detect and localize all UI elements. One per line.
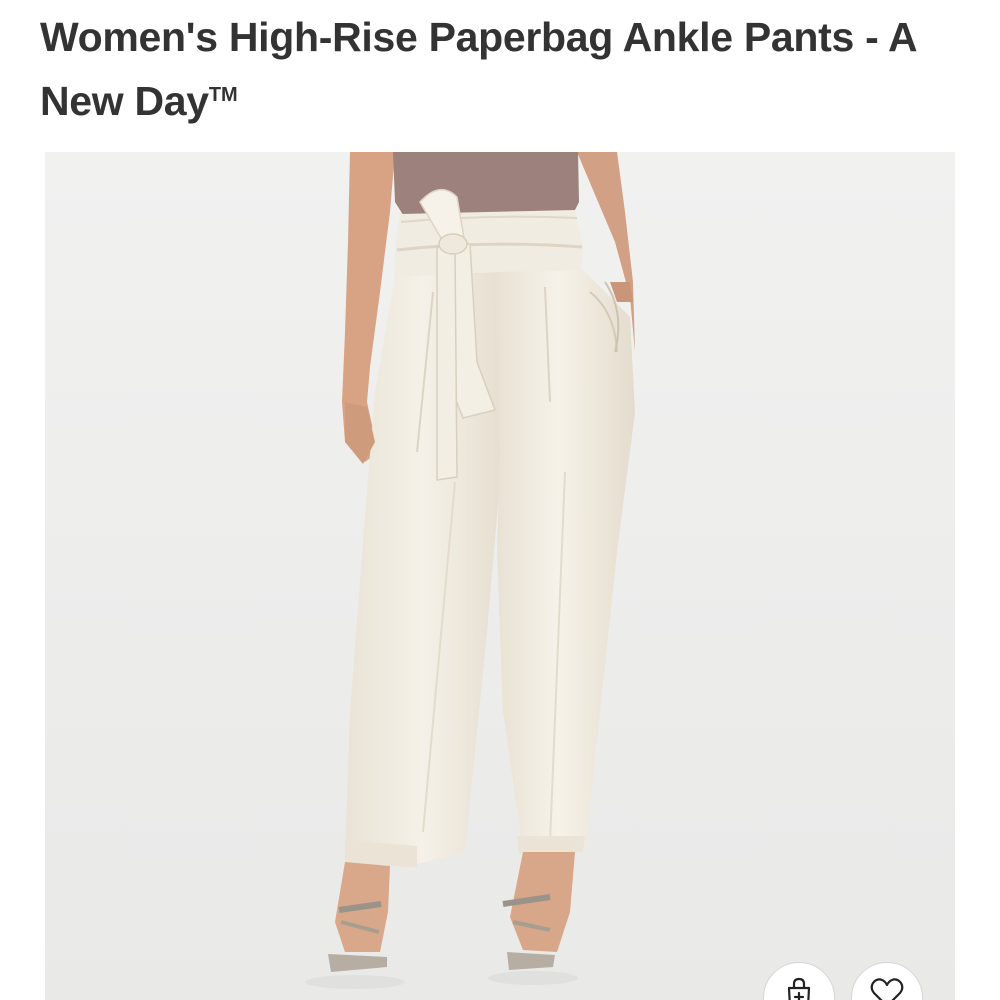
trademark-symbol: TM [208, 84, 238, 106]
left-sandal-sole [328, 954, 387, 972]
right-sandal-sole [507, 952, 555, 970]
shopping-bag-icon [787, 977, 811, 1000]
product-title: Women's High-Rise Paperbag Ankle Pants -… [40, 8, 940, 130]
belt-tie-short [436, 246, 458, 481]
product-photo [305, 152, 635, 989]
product-image[interactable] [45, 152, 955, 1000]
right-cuff [517, 836, 585, 854]
top-shirt [393, 152, 579, 218]
heart-icon [870, 978, 904, 1000]
pants-right-leg [495, 270, 635, 852]
product-title-text: Women's High-Rise Paperbag Ankle Pants -… [40, 14, 916, 124]
product-page: Women's High-Rise Paperbag Ankle Pants -… [0, 0, 1000, 1000]
